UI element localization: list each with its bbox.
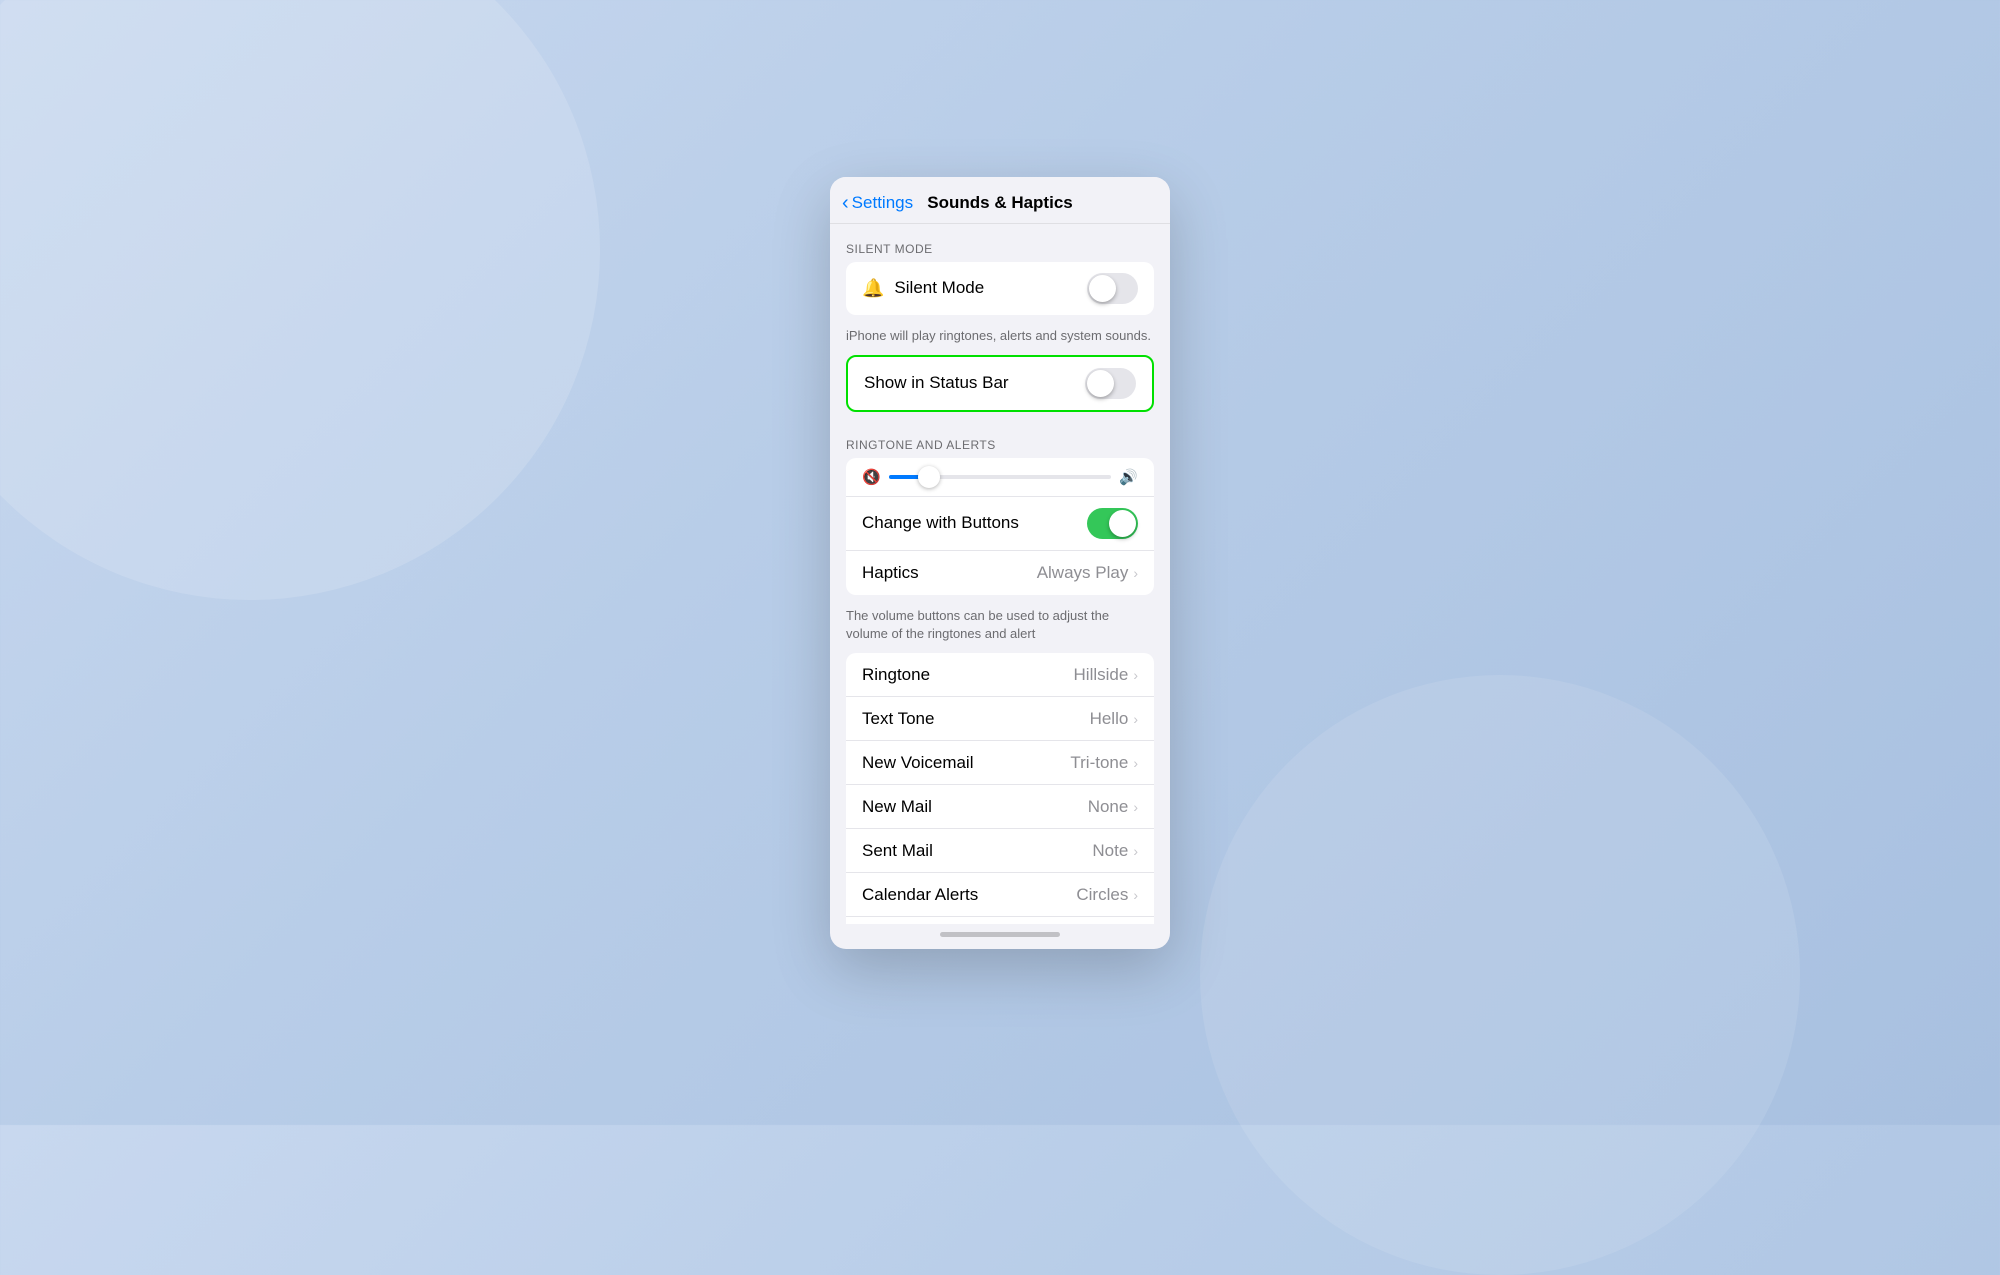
sent-mail-chevron-icon: › (1133, 843, 1138, 859)
silent-mode-row[interactable]: 🔔 Silent Mode (846, 262, 1154, 315)
volume-slider[interactable] (889, 475, 1112, 479)
new-voicemail-chevron-icon: › (1133, 755, 1138, 771)
sent-mail-row[interactable]: Sent Mail Note › (846, 829, 1154, 873)
ringtone-label: Ringtone (862, 665, 1074, 685)
calendar-alerts-chevron-icon: › (1133, 887, 1138, 903)
nav-bar: ‹ Settings Sounds & Haptics (830, 177, 1170, 224)
sent-mail-label: Sent Mail (862, 841, 1092, 861)
text-tone-chevron-icon: › (1133, 711, 1138, 727)
new-mail-label: New Mail (862, 797, 1088, 817)
show-status-bar-label: Show in Status Bar (864, 373, 1085, 393)
bell-icon: 🔔 (862, 278, 884, 299)
silent-mode-section-label: SILENT MODE (830, 224, 1170, 262)
new-voicemail-label: New Voicemail (862, 753, 1070, 773)
silent-mode-footnote: iPhone will play ringtones, alerts and s… (830, 323, 1170, 355)
settings-panel: ‹ Settings Sounds & Haptics SILENT MODE … (830, 177, 1170, 949)
volume-low-icon: 🔇 (862, 468, 881, 486)
new-mail-value: None (1088, 797, 1129, 817)
change-with-buttons-toggle[interactable] (1087, 508, 1138, 539)
sound-rows-card: Ringtone Hillside › Text Tone Hello › Ne… (846, 653, 1154, 923)
show-status-bar-card: Show in Status Bar (846, 355, 1154, 412)
change-with-buttons-row[interactable]: Change with Buttons (846, 497, 1154, 551)
silent-mode-label: Silent Mode (894, 278, 1087, 298)
haptics-label: Haptics (862, 563, 1037, 583)
ringtone-row[interactable]: Ringtone Hillside › (846, 653, 1154, 697)
new-voicemail-value: Tri-tone (1070, 753, 1128, 773)
ringtone-value: Hillside (1074, 665, 1129, 685)
ringtone-alerts-card: 🔇 🔊 Change with Buttons Haptics Always P… (846, 458, 1154, 595)
volume-high-icon: 🔊 (1119, 468, 1138, 486)
volume-slider-row: 🔇 🔊 (846, 458, 1154, 497)
ringtone-alerts-section-label: RINGTONE AND ALERTS (830, 420, 1170, 458)
back-label: Settings (852, 193, 913, 213)
reminder-alerts-row[interactable]: Reminder Alerts Circles › (846, 917, 1154, 923)
silent-mode-card: 🔔 Silent Mode (846, 262, 1154, 315)
text-tone-row[interactable]: Text Tone Hello › (846, 697, 1154, 741)
haptics-row[interactable]: Haptics Always Play › (846, 551, 1154, 595)
home-bar (940, 932, 1060, 937)
haptics-value: Always Play (1037, 563, 1129, 583)
text-tone-label: Text Tone (862, 709, 1090, 729)
back-button[interactable]: ‹ Settings (842, 193, 913, 213)
calendar-alerts-row[interactable]: Calendar Alerts Circles › (846, 873, 1154, 917)
show-status-bar-toggle[interactable] (1085, 368, 1136, 399)
haptics-chevron-icon: › (1133, 565, 1138, 581)
scroll-content: SILENT MODE 🔔 Silent Mode iPhone will pl… (830, 224, 1170, 924)
calendar-alerts-label: Calendar Alerts (862, 885, 1076, 905)
change-with-buttons-label: Change with Buttons (862, 513, 1087, 533)
silent-mode-toggle[interactable] (1087, 273, 1138, 304)
page-title: Sounds & Haptics (927, 193, 1072, 213)
new-voicemail-row[interactable]: New Voicemail Tri-tone › (846, 741, 1154, 785)
sent-mail-value: Note (1092, 841, 1128, 861)
ringtone-chevron-icon: › (1133, 667, 1138, 683)
new-mail-chevron-icon: › (1133, 799, 1138, 815)
calendar-alerts-value: Circles (1076, 885, 1128, 905)
back-chevron-icon: ‹ (842, 193, 849, 213)
ringtone-alerts-footnote: The volume buttons can be used to adjust… (830, 603, 1170, 653)
show-status-bar-row[interactable]: Show in Status Bar (848, 357, 1152, 410)
new-mail-row[interactable]: New Mail None › (846, 785, 1154, 829)
slider-thumb[interactable] (918, 466, 940, 488)
text-tone-value: Hello (1090, 709, 1129, 729)
